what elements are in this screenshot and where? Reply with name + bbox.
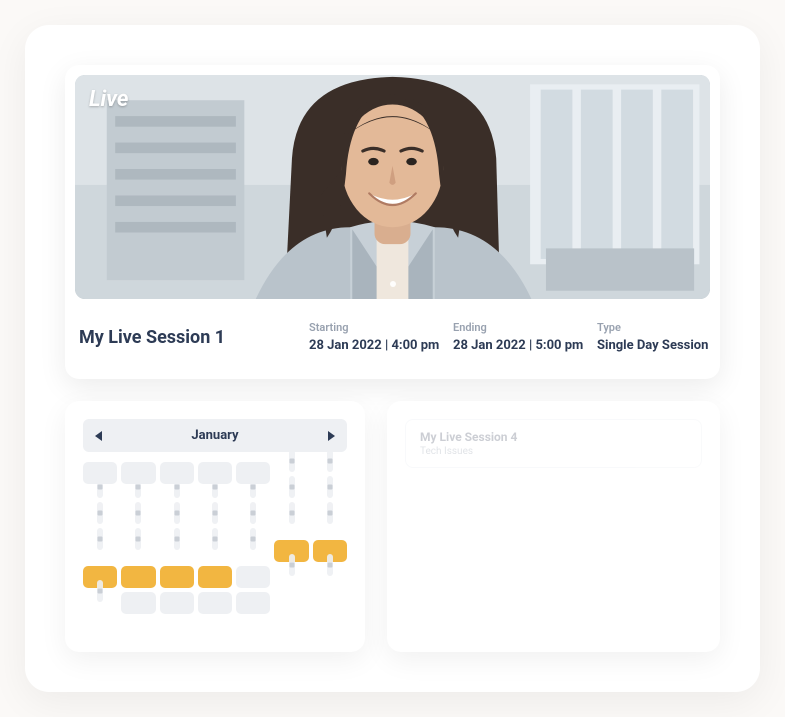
calendar-day-cell[interactable] <box>289 554 295 576</box>
meta-ending-value: 28 Jan 2022 | 5:00 pm <box>453 338 573 353</box>
session-card: Live My Live Session 1 Starting 28 Jan 2… <box>65 65 720 379</box>
calendar-day-cell[interactable] <box>327 502 333 524</box>
calendar-day-cell[interactable] <box>97 476 103 498</box>
session-hero-image: Live <box>75 75 710 299</box>
meta-type: Type Single Day Session <box>597 321 717 353</box>
calendar-day-cell[interactable] <box>250 502 256 524</box>
calendar-day-cell[interactable] <box>212 502 218 524</box>
calendar-day-cell[interactable] <box>289 476 295 498</box>
calendar-day-cell[interactable] <box>135 502 141 524</box>
meta-type-value: Single Day Session <box>597 338 717 353</box>
calendar-day-cell[interactable] <box>289 450 295 472</box>
calendar-day-cell[interactable] <box>160 566 194 588</box>
meta-ending: Ending 28 Jan 2022 | 5:00 pm <box>453 321 573 353</box>
calendar-day-cell[interactable] <box>250 476 256 498</box>
calendar-day-cell[interactable] <box>135 528 141 550</box>
calendar-day-cell[interactable] <box>250 528 256 550</box>
calendar-grid <box>83 462 347 614</box>
calendar-day-cell[interactable] <box>97 502 103 524</box>
event-item-title: My Live Session 4 <box>420 430 687 444</box>
live-badge: Live <box>89 87 128 112</box>
main-card: Live My Live Session 1 Starting 28 Jan 2… <box>25 25 760 692</box>
calendar-day-cell[interactable] <box>174 528 180 550</box>
calendar-day-cell <box>274 592 308 614</box>
calendar-day-cell[interactable] <box>135 476 141 498</box>
calendar-day-cell[interactable] <box>236 592 270 614</box>
calendar-day-cell <box>313 592 347 614</box>
meta-type-label: Type <box>597 321 717 334</box>
calendar-prev-icon[interactable] <box>95 431 102 441</box>
calendar-day-cell[interactable] <box>198 566 232 588</box>
meta-starting-value: 28 Jan 2022 | 4:00 pm <box>309 338 429 353</box>
calendar-day-cell[interactable] <box>174 476 180 498</box>
calendar-day-cell[interactable] <box>289 502 295 524</box>
calendar-day-cell[interactable] <box>97 528 103 550</box>
calendar-panel: January <box>65 401 365 652</box>
carousel-indicator[interactable] <box>390 281 396 287</box>
calendar-day-cell[interactable] <box>327 554 333 576</box>
calendar-header: January <box>83 419 347 452</box>
event-item-subtitle: Tech Issues <box>420 446 687 457</box>
meta-starting: Starting 28 Jan 2022 | 4:00 pm <box>309 321 429 353</box>
calendar-day-cell[interactable] <box>327 476 333 498</box>
events-list: My Live Session 4 Tech Issues <box>405 419 702 468</box>
calendar-day-cell[interactable] <box>212 476 218 498</box>
events-panel: My Live Session 4 Tech Issues <box>387 401 720 652</box>
calendar-day-cell[interactable] <box>121 566 155 588</box>
bottom-row: January My Live Session 4 Tech Issues <box>65 401 720 652</box>
meta-starting-label: Starting <box>309 321 429 334</box>
event-item[interactable]: My Live Session 4 Tech Issues <box>405 419 702 468</box>
calendar-month-label: January <box>191 428 238 443</box>
calendar-day-cell[interactable] <box>174 502 180 524</box>
calendar-day-cell[interactable] <box>327 450 333 472</box>
calendar-day-cell[interactable] <box>236 566 270 588</box>
calendar-day-cell[interactable] <box>160 592 194 614</box>
calendar-day-cell[interactable] <box>121 592 155 614</box>
session-title: My Live Session 1 <box>75 327 285 348</box>
calendar-next-icon[interactable] <box>328 431 335 441</box>
calendar-day-cell[interactable] <box>212 528 218 550</box>
calendar-day-cell[interactable] <box>198 592 232 614</box>
session-meta-row: My Live Session 1 Starting 28 Jan 2022 |… <box>65 299 720 379</box>
calendar-day-cell[interactable] <box>97 580 103 602</box>
meta-ending-label: Ending <box>453 321 573 334</box>
